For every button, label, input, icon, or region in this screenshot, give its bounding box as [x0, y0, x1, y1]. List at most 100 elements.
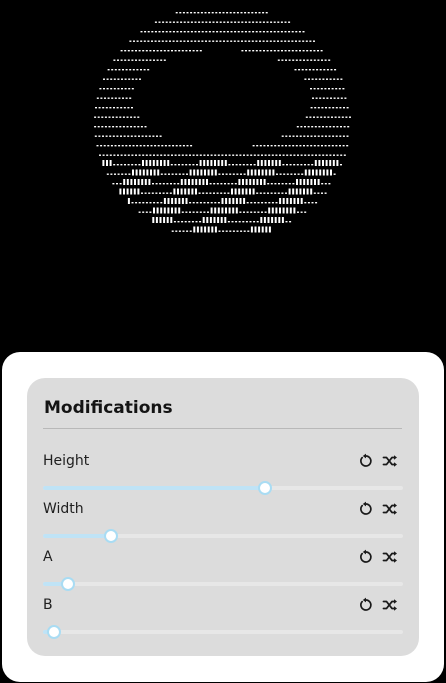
ascii-glyph — [198, 31, 201, 33]
ascii-glyph — [192, 164, 195, 166]
ascii-glyph — [188, 221, 191, 223]
ascii-glyph — [114, 97, 117, 99]
ascii-glyph — [260, 179, 262, 185]
ascii-glyph — [289, 221, 292, 223]
ascii-glyph — [268, 160, 270, 166]
shuffle-icon[interactable] — [382, 501, 398, 517]
ascii-glyph — [135, 154, 137, 156]
ascii-glyph — [206, 160, 209, 166]
ascii-glyph — [327, 116, 330, 118]
ascii-glyph — [298, 69, 301, 71]
ascii-glyph — [236, 12, 239, 14]
ascii-glyph — [196, 226, 199, 233]
ascii-glyph — [324, 88, 327, 90]
b-slider[interactable] — [43, 625, 403, 639]
ascii-art-canvas — [0, 0, 446, 350]
slider-thumb[interactable] — [61, 577, 76, 591]
ascii-glyph — [255, 50, 258, 52]
ascii-glyph — [342, 88, 345, 90]
ascii-glyph — [346, 135, 349, 137]
ascii-glyph — [236, 230, 239, 232]
ascii-glyph — [149, 154, 152, 156]
ascii-glyph — [202, 217, 205, 223]
a-slider[interactable] — [43, 577, 403, 591]
ascii-glyph — [313, 116, 315, 118]
ascii-glyph — [339, 107, 342, 109]
ascii-glyph — [171, 173, 174, 175]
ascii-glyph — [270, 183, 273, 185]
ascii-glyph — [263, 50, 265, 52]
ascii-glyph — [286, 154, 289, 156]
ascii-glyph — [316, 69, 319, 71]
ascii-glyph — [296, 135, 299, 137]
ascii-glyph — [135, 50, 137, 52]
ascii-glyph — [219, 40, 222, 42]
ascii-glyph — [273, 40, 276, 42]
reset-icon[interactable] — [358, 597, 374, 613]
ascii-glyph — [288, 59, 291, 61]
ascii-glyph — [343, 107, 345, 109]
ascii-glyph — [343, 154, 346, 156]
ascii-glyph — [259, 40, 261, 42]
shuffle-icon[interactable] — [382, 549, 398, 565]
ascii-glyph — [291, 31, 294, 33]
ascii-glyph — [273, 31, 276, 33]
ascii-glyph — [225, 154, 227, 156]
ascii-glyph — [282, 198, 285, 204]
ascii-glyph — [295, 145, 298, 147]
ascii-glyph — [199, 154, 202, 156]
ascii-glyph — [309, 116, 312, 118]
slider-thumb[interactable] — [46, 625, 61, 639]
ascii-glyph — [244, 21, 247, 23]
ascii-glyph — [340, 126, 342, 128]
height-slider[interactable] — [43, 481, 403, 495]
ascii-glyph — [324, 135, 327, 137]
ascii-glyph — [145, 211, 148, 213]
ascii-glyph — [217, 202, 220, 204]
ascii-glyph — [122, 126, 125, 128]
ascii-glyph — [169, 192, 172, 194]
reset-icon[interactable] — [358, 501, 374, 517]
ascii-glyph — [255, 40, 258, 42]
ascii-glyph — [305, 116, 308, 118]
ascii-glyph — [262, 31, 265, 33]
ascii-glyph — [313, 88, 316, 90]
ascii-glyph — [123, 107, 126, 109]
reset-icon[interactable] — [358, 453, 374, 469]
shuffle-icon[interactable] — [382, 597, 398, 613]
ascii-glyph — [292, 145, 295, 147]
ascii-glyph — [97, 126, 100, 128]
ascii-glyph — [180, 21, 183, 23]
ascii-glyph — [321, 59, 323, 61]
ascii-glyph — [102, 160, 105, 166]
ascii-glyph — [103, 145, 106, 147]
ascii-glyph — [149, 50, 152, 52]
ascii-glyph — [222, 173, 224, 175]
ascii-glyph — [143, 145, 146, 147]
ascii-glyph — [112, 135, 115, 137]
ascii-glyph — [274, 145, 277, 147]
shuffle-icon[interactable] — [382, 453, 398, 469]
ascii-glyph — [138, 50, 141, 52]
ascii-glyph — [204, 169, 206, 176]
ascii-glyph — [340, 78, 343, 80]
ascii-glyph — [337, 97, 340, 99]
ascii-glyph — [194, 21, 197, 23]
slider-thumb[interactable] — [258, 481, 273, 495]
ascii-glyph — [136, 69, 139, 71]
ascii-glyph — [118, 69, 121, 71]
ascii-glyph — [271, 154, 274, 156]
ascii-glyph — [162, 183, 165, 185]
ascii-glyph — [151, 192, 154, 194]
width-slider[interactable] — [43, 529, 403, 543]
ascii-glyph — [199, 211, 202, 213]
slider-thumb[interactable] — [104, 529, 119, 543]
ascii-glyph — [118, 97, 121, 99]
ascii-glyph — [292, 59, 295, 61]
reset-icon[interactable] — [358, 549, 374, 565]
ascii-glyph — [300, 164, 303, 166]
ascii-glyph — [115, 116, 118, 118]
ascii-glyph — [343, 126, 346, 128]
ascii-glyph — [208, 12, 211, 14]
height-label: Height — [43, 453, 90, 469]
